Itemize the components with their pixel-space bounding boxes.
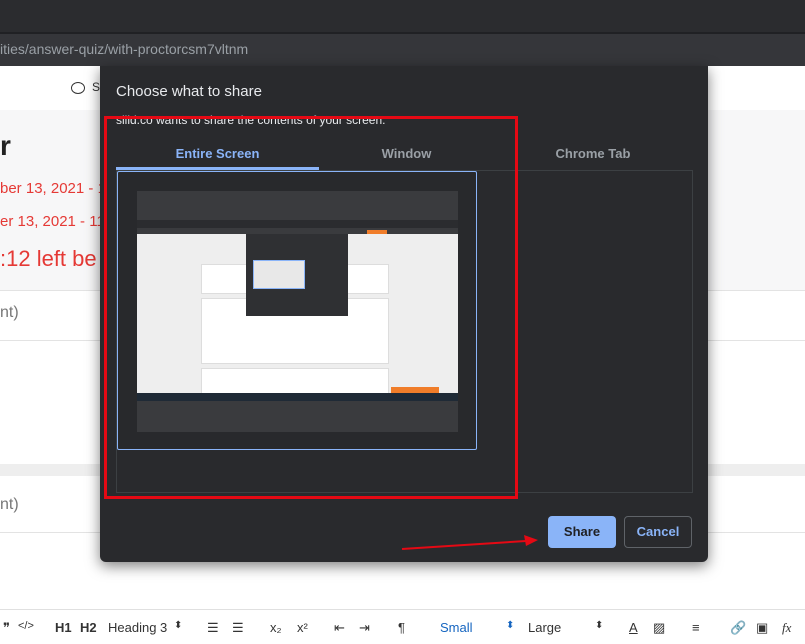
- chevron-updown-icon[interactable]: ⬍: [595, 620, 603, 631]
- bullet-list-icon[interactable]: ☰: [232, 620, 244, 636]
- h2-button[interactable]: H2: [80, 620, 97, 635]
- address-bar[interactable]: ities/answer-quiz/with-proctorcsm7vltnm: [0, 32, 805, 66]
- section-heading: nt): [0, 304, 19, 321]
- cancel-button[interactable]: Cancel: [624, 516, 692, 548]
- h1-button[interactable]: H1: [55, 620, 72, 635]
- code-icon[interactable]: </>: [18, 620, 34, 632]
- font-color-icon[interactable]: A: [629, 620, 638, 635]
- align-icon[interactable]: ≡: [692, 620, 700, 635]
- annotation-arrow-icon: [401, 535, 538, 550]
- editor-toolbar: ❞ </> H1 H2 Heading 3 ⬍ ☰ ☰ x₂ x² ⇤ ⇥ ¶ …: [0, 609, 805, 644]
- section-heading: nt): [0, 496, 19, 513]
- ordered-list-icon[interactable]: ☰: [207, 620, 219, 636]
- chat-icon[interactable]: [71, 82, 85, 94]
- nav-label[interactable]: S: [92, 80, 100, 94]
- browser-tab-strip: [0, 0, 805, 32]
- link-icon[interactable]: 🔗: [730, 620, 746, 636]
- text-direction-icon[interactable]: ¶: [398, 620, 405, 635]
- size-large-select[interactable]: Large: [528, 620, 561, 635]
- outdent-icon[interactable]: ⇤: [334, 620, 345, 636]
- chevron-updown-icon[interactable]: ⬍: [174, 620, 182, 631]
- end-date: er 13, 2021 - 11: [0, 213, 105, 230]
- quiz-title: r: [0, 130, 11, 161]
- start-date: ber 13, 2021 - 1: [0, 180, 106, 197]
- formula-icon[interactable]: fx: [782, 620, 791, 636]
- dialog-title: Choose what to share: [116, 83, 262, 100]
- url-text[interactable]: ities/answer-quiz/with-proctorcsm7vltnm: [0, 41, 248, 57]
- heading-select[interactable]: Heading 3: [108, 620, 167, 635]
- subscript-icon[interactable]: x₂: [270, 620, 282, 635]
- share-button[interactable]: Share: [548, 516, 616, 548]
- background-color-icon[interactable]: ▨: [653, 620, 665, 636]
- indent-icon[interactable]: ⇥: [359, 620, 370, 636]
- superscript-icon[interactable]: x²: [297, 620, 308, 635]
- quote-icon[interactable]: ❞: [3, 620, 10, 636]
- size-small-select[interactable]: Small: [440, 620, 473, 635]
- time-left: :12 left be: [0, 246, 97, 271]
- annotation-highlight-box: [104, 116, 518, 499]
- chevron-updown-icon[interactable]: ⬍: [506, 620, 514, 631]
- image-icon[interactable]: ▣: [756, 620, 768, 636]
- tab-chrome-tab[interactable]: Chrome Tab: [494, 146, 692, 168]
